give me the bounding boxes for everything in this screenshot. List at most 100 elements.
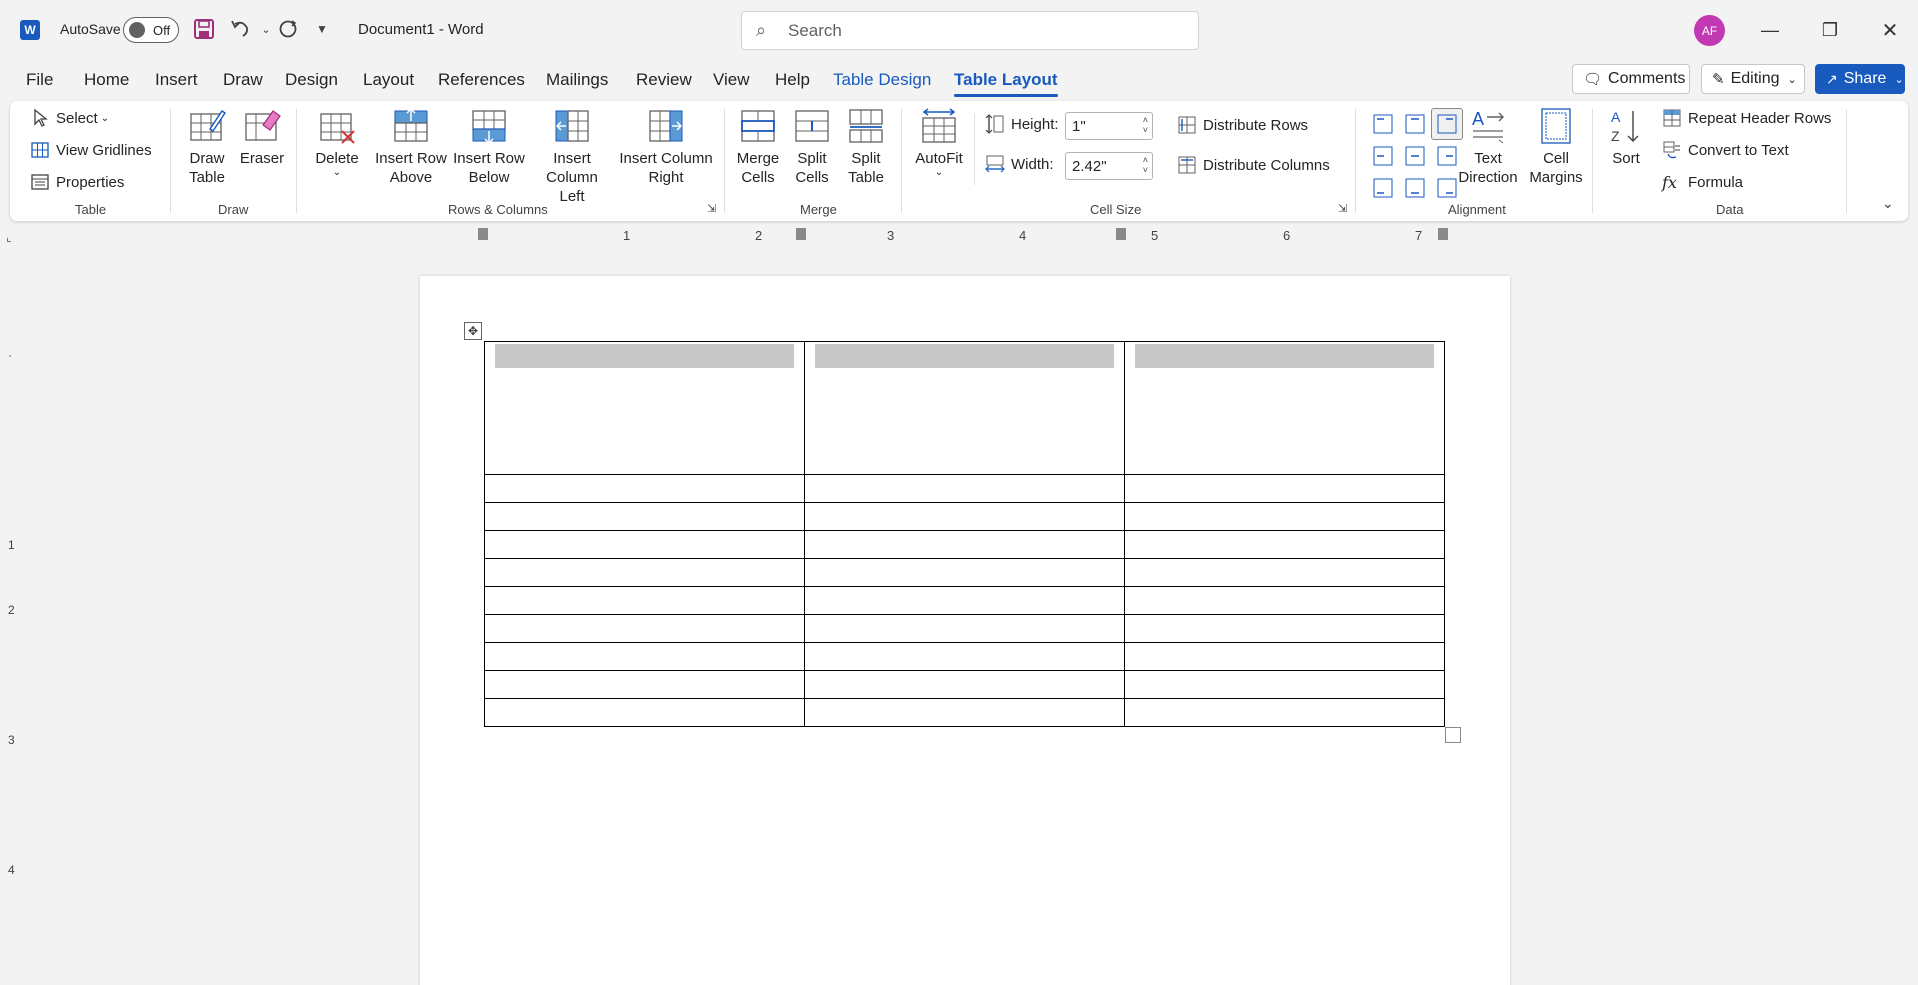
convert-to-text-button[interactable]: Convert to Text (1662, 140, 1789, 160)
tab-help[interactable]: Help (775, 70, 810, 90)
table-move-handle-icon[interactable]: ✥ (464, 322, 482, 340)
sort-button[interactable]: AZ Sort (1604, 107, 1648, 168)
avatar[interactable]: AF (1694, 15, 1725, 46)
editing-button[interactable]: ✎ Editing ⌄ (1701, 64, 1805, 94)
table-cell[interactable] (1124, 530, 1445, 559)
tab-table-layout[interactable]: Table Layout (954, 70, 1058, 97)
column-marker-2[interactable] (1116, 228, 1126, 240)
table-cell[interactable] (804, 670, 1125, 699)
horizontal-ruler[interactable]: 1 2 3 4 5 6 7 (420, 226, 1515, 246)
distribute-columns-button[interactable]: Distribute Columns (1177, 155, 1330, 175)
minimize-icon[interactable]: — (1754, 14, 1786, 46)
align-top-left-icon[interactable] (1367, 108, 1399, 140)
table-cell[interactable] (804, 586, 1125, 615)
tab-table-design[interactable]: Table Design (833, 70, 931, 90)
draw-table-button[interactable]: Draw Table (182, 107, 232, 187)
cell-margins-button[interactable]: Cell Margins (1526, 107, 1586, 187)
eraser-button[interactable]: Eraser (237, 107, 287, 168)
text-direction-button[interactable]: A Text Direction (1454, 107, 1522, 187)
tab-home[interactable]: Home (84, 70, 129, 90)
column-marker-right[interactable] (1438, 228, 1448, 240)
search-input[interactable]: ⌕ Search (741, 11, 1199, 50)
table-cell[interactable] (1124, 586, 1445, 615)
tab-references[interactable]: References (438, 70, 525, 90)
delete-button[interactable]: Delete ⌄ (310, 107, 364, 178)
table-cell[interactable] (484, 614, 805, 643)
customize-toolbar-icon[interactable]: ▼ (308, 15, 336, 43)
tab-view[interactable]: View (713, 70, 750, 90)
table-cell[interactable] (1124, 558, 1445, 587)
share-button[interactable]: ↗ Share ⌄ (1815, 64, 1905, 94)
formula-button[interactable]: fx Formula (1662, 172, 1743, 192)
split-cells-button[interactable]: Split Cells (786, 107, 838, 187)
collapse-ribbon-chevron-icon[interactable]: ⌄ (1882, 195, 1894, 212)
insert-row-above-button[interactable]: Insert Row Above (374, 107, 448, 187)
tab-design[interactable]: Design (285, 70, 338, 90)
column-marker-1[interactable] (796, 228, 806, 240)
undo-icon[interactable] (226, 15, 254, 43)
table-cell[interactable] (484, 670, 805, 699)
table-resize-handle[interactable] (1445, 727, 1461, 743)
close-icon[interactable]: ✕ (1874, 14, 1906, 46)
tab-layout[interactable]: Layout (363, 70, 414, 90)
table-cell[interactable] (484, 502, 805, 531)
document-table[interactable] (484, 341, 1445, 727)
table-cell[interactable] (484, 341, 805, 475)
distribute-rows-button[interactable]: Distribute Rows (1177, 115, 1308, 135)
cell-size-launcher-icon[interactable]: ⇲ (1338, 202, 1347, 215)
save-icon[interactable] (190, 15, 218, 43)
align-bottom-left-icon[interactable] (1367, 172, 1399, 204)
insert-column-right-button[interactable]: Insert Column Right (618, 107, 714, 187)
table-cell[interactable] (484, 586, 805, 615)
align-bottom-center-icon[interactable] (1399, 172, 1431, 204)
table-cell[interactable] (804, 558, 1125, 587)
repeat-header-rows-button[interactable]: Repeat Header Rows (1662, 108, 1831, 128)
table-cell[interactable] (1124, 614, 1445, 643)
autosave-toggle[interactable]: Off (123, 17, 179, 43)
tab-mailings[interactable]: Mailings (546, 70, 608, 90)
width-stepper[interactable]: 2.42" ˄ ˅ (1065, 152, 1153, 180)
select-button[interactable]: Select ⌄ (30, 108, 109, 128)
table-cell[interactable] (484, 698, 805, 727)
align-middle-center-icon[interactable] (1399, 140, 1431, 172)
comments-button[interactable]: 🗨 Comments (1572, 64, 1690, 94)
merge-cells-button[interactable]: Merge Cells (732, 107, 784, 187)
table-cell[interactable] (1124, 642, 1445, 671)
view-gridlines-button[interactable]: View Gridlines (30, 140, 152, 160)
autofit-button[interactable]: AutoFit ⌄ (910, 107, 968, 178)
vertical-ruler[interactable]: · 1 2 3 4 (8, 348, 22, 978)
table-cell[interactable] (804, 614, 1125, 643)
height-stepper[interactable]: 1" ˄ ˅ (1065, 112, 1153, 140)
insert-row-below-button[interactable]: Insert Row Below (452, 107, 526, 187)
align-middle-left-icon[interactable] (1367, 140, 1399, 172)
table-cell[interactable] (804, 474, 1125, 503)
insert-column-left-button[interactable]: Insert Column Left (531, 107, 613, 206)
split-table-button[interactable]: Split Table (840, 107, 892, 187)
restore-icon[interactable]: ❐ (1814, 14, 1846, 46)
rows-columns-launcher-icon[interactable]: ⇲ (707, 202, 716, 215)
table-cell[interactable] (484, 474, 805, 503)
tab-draw[interactable]: Draw (223, 70, 263, 90)
table-cell[interactable] (804, 642, 1125, 671)
redo-icon[interactable] (274, 15, 302, 43)
table-cell[interactable] (804, 698, 1125, 727)
table-cell[interactable] (1124, 698, 1445, 727)
table-cell[interactable] (1124, 474, 1445, 503)
table-cell[interactable] (484, 530, 805, 559)
table-cell[interactable] (804, 502, 1125, 531)
table-cell[interactable] (484, 642, 805, 671)
column-marker-left[interactable] (478, 228, 488, 240)
properties-button[interactable]: Properties (30, 172, 124, 192)
stepper-arrows-icon[interactable]: ˄ ˅ (1143, 115, 1148, 135)
tab-selector-icon[interactable]: ⌞ (6, 230, 12, 244)
stepper-arrows-icon[interactable]: ˄ ˅ (1143, 155, 1148, 175)
table-cell[interactable] (1124, 670, 1445, 699)
table-cell[interactable] (484, 558, 805, 587)
tab-review[interactable]: Review (636, 70, 692, 90)
tab-insert[interactable]: Insert (155, 70, 198, 90)
table-cell[interactable] (1124, 502, 1445, 531)
align-top-center-icon[interactable] (1399, 108, 1431, 140)
table-cell[interactable] (804, 530, 1125, 559)
tab-file[interactable]: File (26, 70, 53, 90)
table-cell[interactable] (1124, 341, 1445, 475)
